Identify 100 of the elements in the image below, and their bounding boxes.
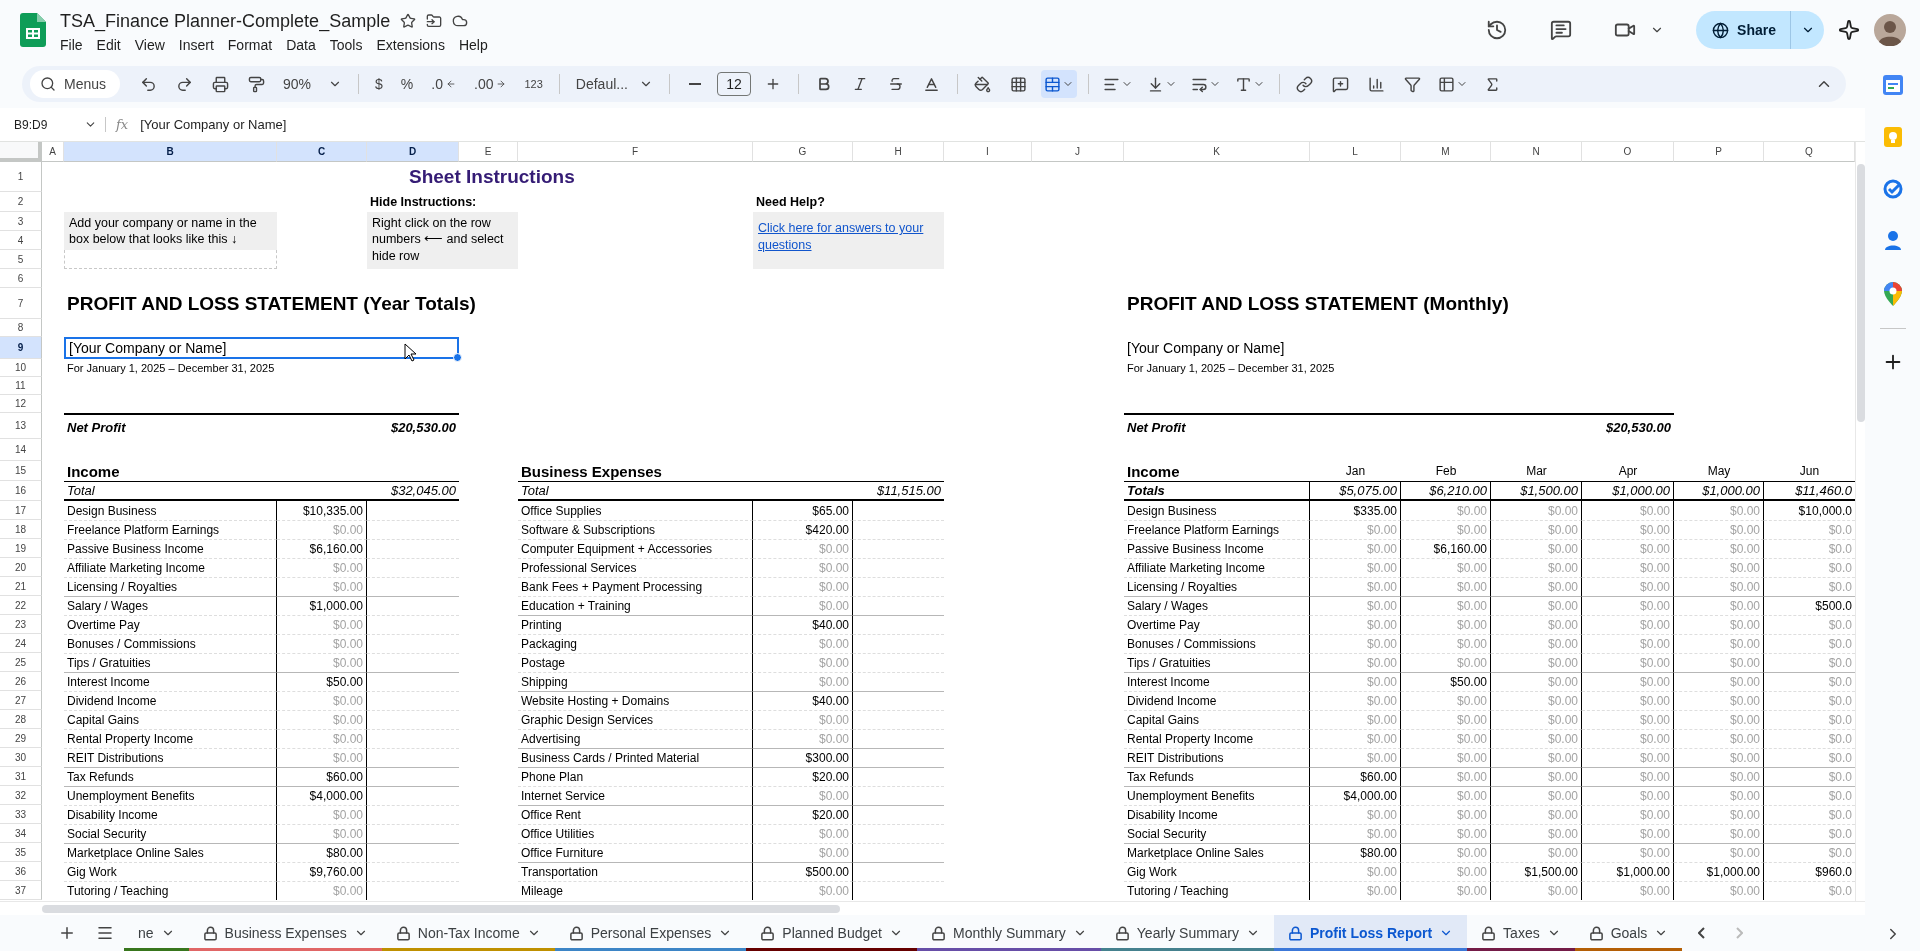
sheet-tab[interactable]: Personal Expenses — [554, 915, 747, 951]
row-header[interactable]: 15 — [0, 461, 42, 481]
menu-item[interactable]: Help — [452, 35, 494, 54]
column-header[interactable]: O — [1582, 142, 1674, 162]
column-header[interactable]: H — [853, 142, 944, 162]
document-title[interactable]: TSA_Finance Planner-Complete_Sample — [60, 10, 391, 32]
column-header[interactable]: P — [1674, 142, 1764, 162]
font-size-field[interactable]: 12 — [716, 72, 751, 96]
number-format-button[interactable]: .00 — [469, 70, 512, 98]
row-header[interactable]: 17 — [0, 501, 42, 520]
arrow-left-icon[interactable] — [446, 79, 456, 89]
avatar[interactable] — [1874, 14, 1906, 46]
column-header[interactable]: G — [753, 142, 853, 162]
row-header[interactable]: 35 — [0, 843, 42, 862]
row-header[interactable]: 12 — [0, 395, 42, 413]
column-header[interactable]: I — [944, 142, 1032, 162]
formula-field[interactable]: [Your Company or Name] — [140, 117, 287, 132]
sheet-tab[interactable]: Profit Loss Report — [1274, 915, 1468, 951]
row-header[interactable]: 32 — [0, 786, 42, 805]
zoom-dropdown[interactable]: 90% — [278, 70, 348, 98]
column-header[interactable]: J — [1032, 142, 1124, 162]
row-header[interactable]: 7 — [0, 288, 42, 319]
map-pin-icon[interactable] — [1883, 282, 1902, 306]
number-format-button[interactable]: $ — [370, 70, 388, 98]
row-header[interactable]: 9 — [0, 337, 42, 359]
column-header[interactable]: N — [1491, 142, 1582, 162]
menu-item[interactable]: File — [54, 35, 89, 54]
font-dropdown[interactable]: Defaul... — [570, 70, 658, 98]
sheet-tab[interactable]: ne — [124, 915, 189, 951]
menu-item[interactable]: Tools — [323, 35, 369, 54]
column-header[interactable]: D — [367, 142, 459, 162]
spreadsheet-logo-icon[interactable] — [20, 13, 46, 47]
row-header[interactable]: 24 — [0, 634, 42, 653]
number-format-button[interactable]: 123 — [519, 70, 548, 98]
arrow-right-icon[interactable] — [496, 79, 507, 89]
sheet-tab[interactable]: Taxes — [1467, 915, 1575, 951]
row-header[interactable]: 23 — [0, 615, 42, 634]
row-header[interactable]: 2 — [0, 192, 42, 212]
row-header[interactable]: 14 — [0, 439, 42, 461]
column-header[interactable]: A — [42, 142, 64, 162]
star-icon[interactable] — [400, 13, 417, 29]
name-box[interactable]: B9:D9 — [14, 117, 76, 132]
sheet-tab[interactable]: Yearly Summary — [1100, 915, 1274, 951]
sheet-tab[interactable]: Goals — [1574, 915, 1683, 951]
row-header[interactable]: 3 — [0, 212, 42, 231]
menu-item[interactable]: Edit — [90, 35, 127, 54]
row-header[interactable]: 36 — [0, 862, 42, 881]
calendar-icon[interactable] — [1881, 74, 1904, 96]
column-header[interactable]: E — [459, 142, 518, 162]
vertical-scrollbar[interactable] — [1855, 142, 1865, 901]
row-header[interactable]: 16 — [0, 481, 42, 501]
row-header[interactable]: 29 — [0, 729, 42, 748]
sheet-tab[interactable]: Monthly Summary — [917, 915, 1101, 951]
column-header[interactable]: M — [1401, 142, 1491, 162]
contacts-icon[interactable] — [1882, 230, 1903, 252]
row-header[interactable]: 13 — [0, 413, 42, 439]
row-header[interactable]: 10 — [0, 359, 42, 377]
row-header[interactable]: 20 — [0, 558, 42, 577]
row-header[interactable]: 1 — [0, 162, 42, 192]
column-header[interactable]: L — [1310, 142, 1401, 162]
row-header[interactable]: 37 — [0, 881, 42, 900]
row-header[interactable]: 33 — [0, 805, 42, 824]
company-name-cell[interactable]: [Your Company or Name] — [64, 337, 459, 359]
column-header[interactable]: C — [277, 142, 367, 162]
row-header[interactable]: 25 — [0, 653, 42, 672]
row-header[interactable]: 26 — [0, 672, 42, 691]
share-button[interactable]: Share — [1696, 11, 1790, 49]
fill-handle[interactable] — [453, 353, 462, 362]
row-header[interactable]: 31 — [0, 767, 42, 786]
row-header[interactable]: 6 — [0, 269, 42, 288]
sheet-tab[interactable]: Business Expenses — [188, 915, 382, 951]
row-header[interactable]: 21 — [0, 577, 42, 596]
column-header[interactable]: F — [518, 142, 753, 162]
row-header[interactable]: 11 — [0, 377, 42, 395]
row-header[interactable]: 8 — [0, 319, 42, 337]
history-icon[interactable] — [1486, 19, 1509, 41]
row-header[interactable]: 5 — [0, 250, 42, 269]
move-folder-icon[interactable] — [426, 13, 443, 29]
column-header[interactable]: Q — [1764, 142, 1855, 162]
row-header[interactable]: 19 — [0, 539, 42, 558]
column-header[interactable]: K — [1124, 142, 1310, 162]
sparkle-icon[interactable] — [1838, 19, 1860, 41]
comment-icon[interactable] — [1550, 19, 1573, 41]
number-format-button[interactable]: .0 — [426, 70, 461, 98]
menu-item[interactable]: View — [128, 35, 171, 54]
tasks-icon[interactable] — [1881, 178, 1904, 200]
row-header[interactable]: 22 — [0, 596, 42, 615]
sheet-tab[interactable]: Planned Budget — [746, 915, 917, 951]
column-header[interactable]: B — [64, 142, 277, 162]
sheet-tab[interactable]: Non-Tax Income — [381, 915, 555, 951]
menu-item[interactable]: Extensions — [370, 35, 451, 54]
number-format-button[interactable]: % — [395, 70, 419, 98]
menu-item[interactable]: Format — [221, 35, 279, 54]
row-header[interactable]: 4 — [0, 231, 42, 250]
menus-search-button[interactable]: Menus — [30, 70, 121, 98]
row-header[interactable]: 28 — [0, 710, 42, 729]
cloud-icon[interactable] — [452, 13, 469, 29]
row-header[interactable]: 18 — [0, 520, 42, 539]
row-header[interactable]: 27 — [0, 691, 42, 710]
merge-cells-button[interactable] — [1040, 70, 1077, 98]
